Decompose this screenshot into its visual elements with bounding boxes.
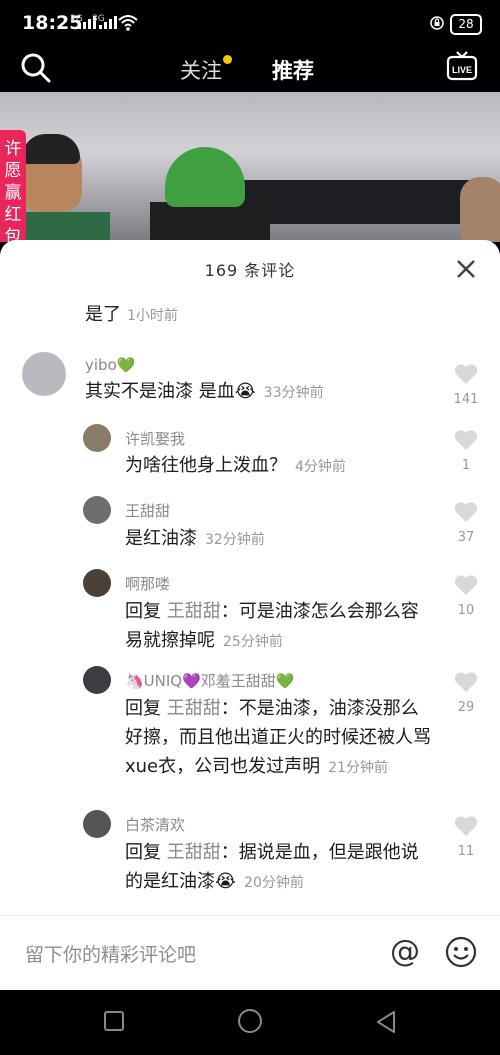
tab-recommend[interactable]: 推荐: [272, 55, 314, 85]
heart-icon[interactable]: [453, 670, 479, 694]
avatar[interactable]: [83, 424, 111, 452]
like-button[interactable]: 141: [452, 362, 480, 407]
like-button[interactable]: 10: [452, 573, 480, 618]
heart-icon[interactable]: [453, 500, 479, 524]
like-count: 141: [453, 392, 479, 407]
home-icon[interactable]: [237, 1008, 263, 1034]
like-count: 10: [457, 603, 475, 618]
comment-input-bar: 留下你的精彩评论吧 @: [0, 915, 500, 991]
comments-count-title: 169 条评论: [204, 261, 296, 280]
recent-apps-icon[interactable]: [103, 1010, 125, 1032]
comment-text: 为啥往他身上泼血？ 4分钟前: [125, 455, 346, 476]
comment-item: 许凯娶我 为啥往他身上泼血？ 4分钟前 1: [0, 424, 500, 492]
comments-sheet: 169 条评论 是了 1小时前 yibo💚 其实不是油漆 是血😭 33分钟前 141…: [0, 240, 500, 990]
avatar[interactable]: [83, 666, 111, 694]
like-button[interactable]: 11: [452, 814, 480, 859]
like-button[interactable]: 37: [452, 500, 480, 545]
status-bar: 18:25 2G 3G 28: [0, 0, 500, 46]
heart-icon[interactable]: [453, 362, 479, 386]
rotation-lock-icon: [430, 16, 444, 30]
comment-text: 回复 王甜甜：据说是血，但是跟他说的是红油漆😭 20分钟前: [125, 842, 419, 892]
comment-username[interactable]: 白茶清欢: [125, 814, 185, 835]
comment-username[interactable]: 许凯娶我: [125, 428, 185, 449]
video-person2-hat: [165, 147, 245, 207]
comment-item: 🦄UNIQ💜邓羞王甜甜💚 回复 王甜甜：不是油漆，油漆没那么好擦，而且他出道正火…: [0, 666, 500, 806]
avatar[interactable]: [83, 569, 111, 597]
wifi-icon: [118, 15, 138, 31]
back-icon[interactable]: [374, 1010, 398, 1034]
comment-item: yibo💚 其实不是油漆 是血😭 33分钟前 141: [0, 352, 500, 422]
avatar[interactable]: [83, 810, 111, 838]
video-preview[interactable]: [0, 92, 500, 242]
comment-item: 白茶清欢 回复 王甜甜：据说是血，但是跟他说的是红油漆😭 20分钟前 11: [0, 810, 500, 905]
comment-text: 是红油漆 32分钟前: [125, 528, 265, 549]
search-icon[interactable]: [20, 52, 52, 84]
video-person3: [460, 177, 500, 242]
battery-icon: 28: [450, 14, 482, 35]
comment-list[interactable]: 是了 1小时前 yibo💚 其实不是油漆 是血😭 33分钟前 141 许凯娶我 为啥…: [0, 284, 500, 914]
close-icon[interactable]: [455, 258, 477, 280]
comment-text: 其实不是油漆 是血😭 33分钟前: [85, 381, 324, 402]
partial-comment: 是了 1小时前: [85, 304, 178, 325]
comment-username[interactable]: 🦄UNIQ💜邓羞王甜甜💚: [125, 670, 295, 691]
comment-item: 王甜甜 是红油漆 32分钟前 37: [0, 496, 500, 566]
comment-username[interactable]: 王甜甜: [125, 500, 170, 521]
avatar[interactable]: [83, 496, 111, 524]
wish-red-packet-banner[interactable]: 许愿赢红包: [0, 130, 26, 247]
notification-dot: [223, 55, 232, 64]
comment-text: 回复 王甜甜：可是油漆怎么会那么容易就擦掉呢 25分钟前: [125, 601, 419, 651]
like-count: 29: [457, 700, 475, 715]
avatar[interactable]: [22, 352, 66, 396]
like-button[interactable]: 29: [452, 670, 480, 715]
heart-icon[interactable]: [453, 814, 479, 838]
like-count: 37: [457, 530, 475, 545]
tab-follow[interactable]: 关注: [180, 55, 232, 85]
comment-input[interactable]: 留下你的精彩评论吧: [25, 940, 196, 967]
video-person2-body: [150, 202, 270, 242]
system-nav-bar: [0, 990, 500, 1055]
emoji-icon[interactable]: [445, 936, 477, 968]
signal-icon-2: [99, 16, 117, 29]
heart-icon[interactable]: [453, 428, 479, 452]
comment-username[interactable]: yibo💚: [85, 356, 135, 374]
video-person-hair: [22, 134, 80, 164]
heart-icon[interactable]: [453, 573, 479, 597]
svg-text:LIVE: LIVE: [452, 65, 472, 75]
comment-item: 啊那喽 回复 王甜甜：可是油漆怎么会那么容易就擦掉呢 25分钟前 10: [0, 569, 500, 664]
like-count: 11: [457, 844, 475, 859]
like-button[interactable]: 1: [452, 428, 480, 473]
top-nav: 关注 推荐 LIVE: [0, 46, 500, 97]
like-count: 1: [461, 458, 471, 473]
mention-button[interactable]: @: [390, 934, 420, 969]
live-icon[interactable]: LIVE: [446, 50, 478, 82]
comment-text: 回复 王甜甜：不是油漆，油漆没那么好擦，而且他出道正火的时候还被人骂xue衣，公…: [125, 698, 431, 777]
comment-username[interactable]: 啊那喽: [125, 573, 170, 594]
